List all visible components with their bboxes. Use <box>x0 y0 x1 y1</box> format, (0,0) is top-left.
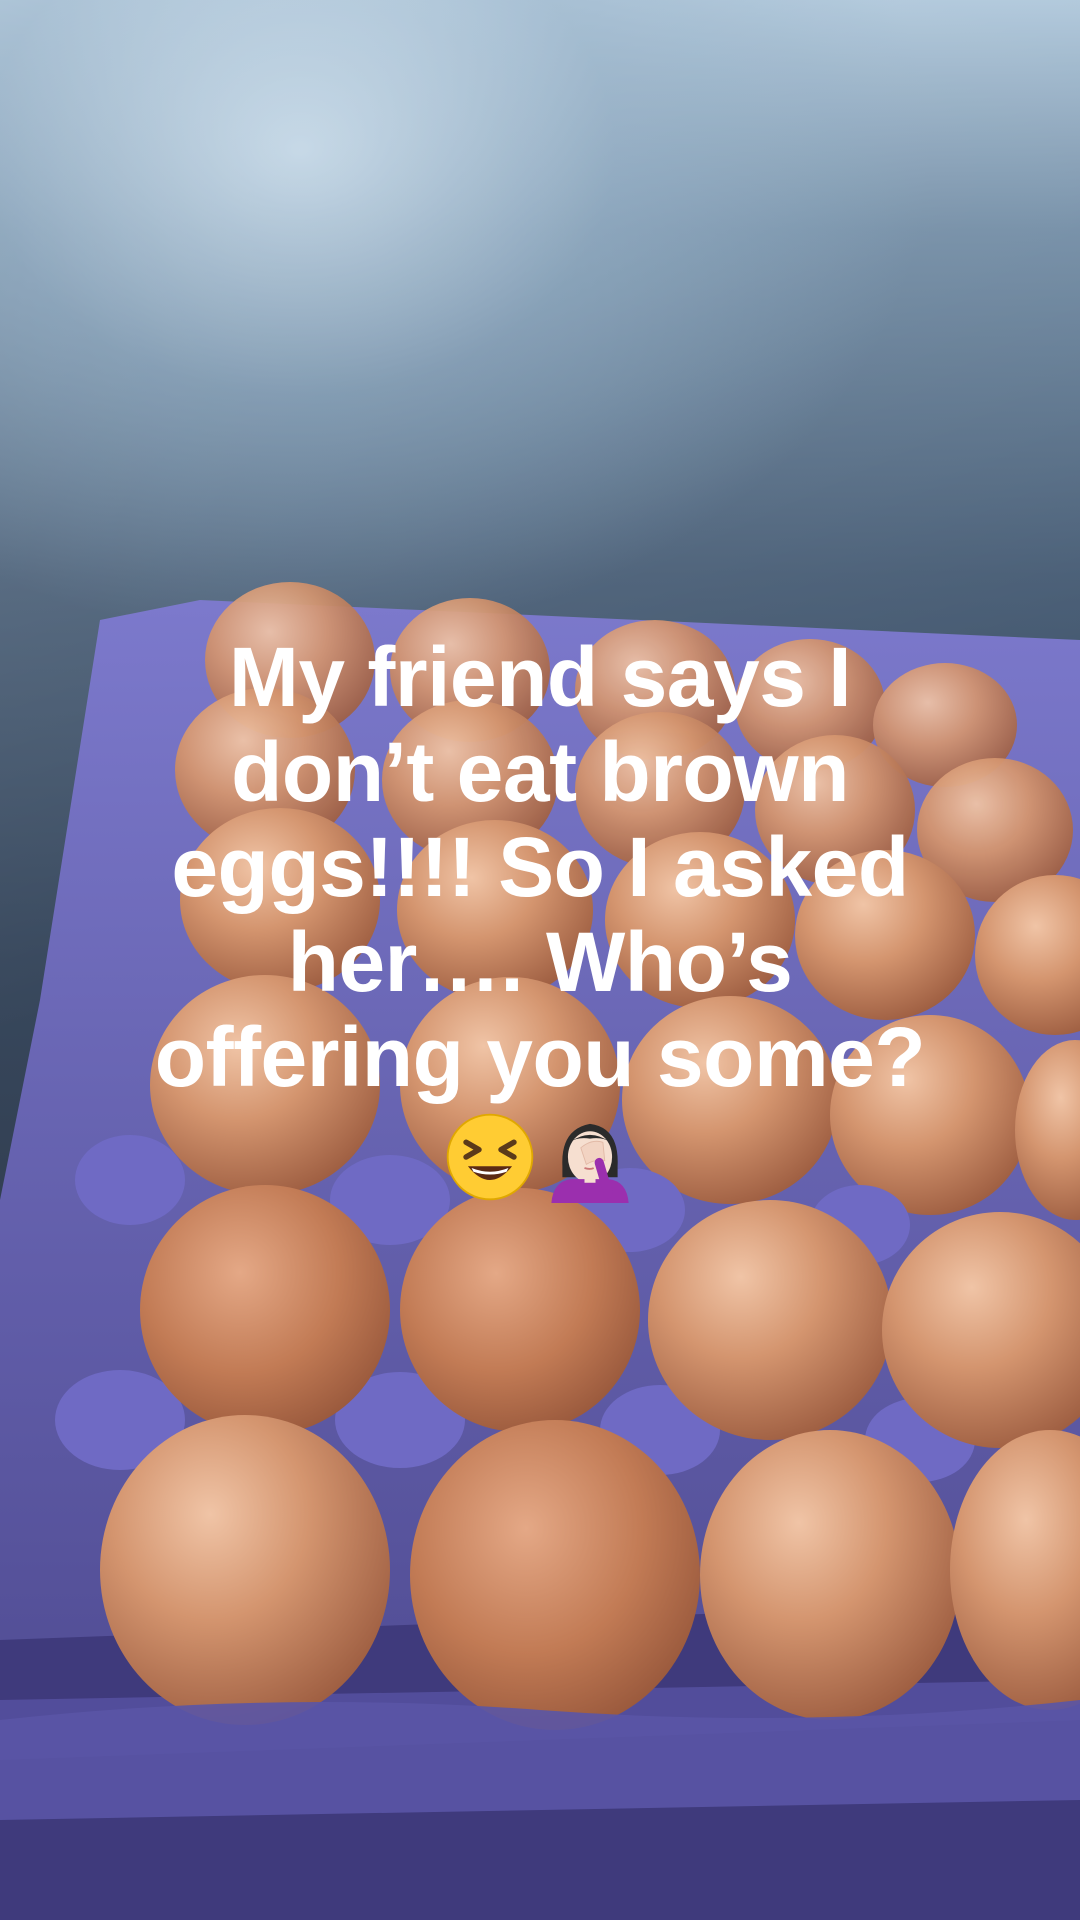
caption-line: don’t eat brown <box>231 725 849 819</box>
egg <box>700 1430 960 1720</box>
egg <box>410 1420 700 1730</box>
egg <box>400 1188 640 1432</box>
emoji-row <box>60 1111 1020 1203</box>
grinning-squinting-face-icon <box>446 1113 534 1201</box>
woman-facepalming-icon <box>551 1123 629 1203</box>
caption-overlay: My friend says I don’t eat brown eggs!!!… <box>60 630 1020 1203</box>
caption-line: My friend says I <box>228 630 852 724</box>
photo-scene: My friend says I don’t eat brown eggs!!!… <box>0 0 1080 1920</box>
caption-line: eggs!!!! So I asked <box>171 820 909 914</box>
egg <box>100 1415 390 1725</box>
egg <box>648 1200 892 1440</box>
egg <box>140 1185 390 1435</box>
caption-line: her…. Who’s <box>287 915 793 1009</box>
caption-line: offering you some? <box>154 1010 926 1104</box>
